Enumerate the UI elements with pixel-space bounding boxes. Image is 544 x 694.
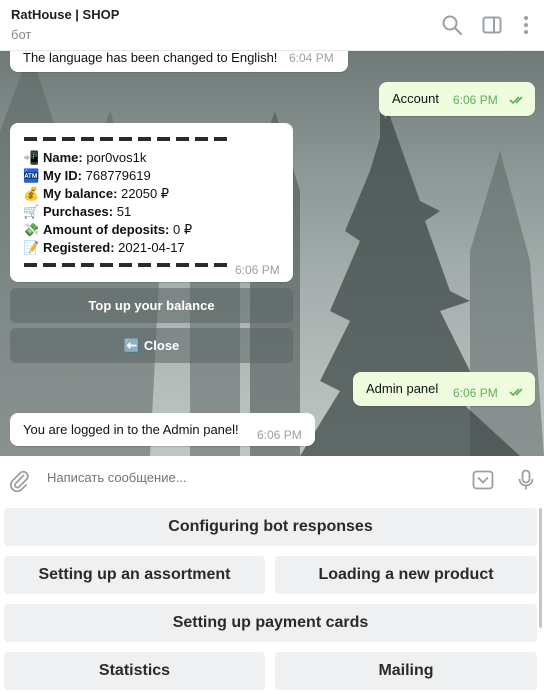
row-value: por0vos1k xyxy=(86,150,147,165)
more-vertical-icon[interactable] xyxy=(514,13,538,37)
message-time: 6:06 PM xyxy=(235,263,280,277)
chat-title[interactable]: RatHouse | SHOP xyxy=(11,7,119,22)
row-label: My balance: xyxy=(43,186,118,201)
setting-up-payment-cards-button[interactable]: Setting up payment cards xyxy=(4,604,537,642)
close-button[interactable]: ⬅️ Close xyxy=(10,328,293,363)
cart-icon: 🛒 xyxy=(23,204,40,219)
message-account: Account 6:06 PM xyxy=(379,82,535,116)
profile-row-registered: 📝 Registered: 2021-04-17 xyxy=(23,240,185,256)
profile-row-deposits: 💸 Amount of deposits: 0 ₽ xyxy=(23,222,192,238)
message-text: You are logged in to the Admin panel! xyxy=(23,422,239,437)
message-time: 6:06 PM xyxy=(453,386,498,400)
chat-subtitle: бот xyxy=(11,27,32,42)
configuring-bot-responses-button[interactable]: Configuring bot responses xyxy=(4,508,537,546)
memo-icon: 📝 xyxy=(23,240,40,255)
search-icon[interactable] xyxy=(440,13,464,37)
row-value: 0 ₽ xyxy=(173,222,193,237)
setting-up-assortment-button[interactable]: Setting up an assortment xyxy=(4,556,265,594)
profile-row-balance: 💰 My balance: 22050 ₽ xyxy=(23,186,169,202)
message-profile-card: 📲 Name: por0vos1k 🏧 My ID: 768779619 💰 My b… xyxy=(10,123,293,282)
row-value: 768779619 xyxy=(85,168,151,183)
message-text: The language has been changed to English… xyxy=(23,51,278,65)
profile-row-name: 📲 Name: por0vos1k xyxy=(23,150,146,166)
button-label: Top up your balance xyxy=(88,298,215,313)
row-label: Purchases: xyxy=(43,204,114,219)
microphone-icon[interactable] xyxy=(514,468,538,492)
mailing-button[interactable]: Mailing xyxy=(275,652,537,690)
row-value: 51 xyxy=(116,204,132,219)
message-input-bar xyxy=(0,456,544,504)
sidebar-toggle-icon[interactable] xyxy=(480,13,504,37)
row-label: My ID: xyxy=(43,168,82,183)
loading-new-product-button[interactable]: Loading a new product xyxy=(275,556,537,594)
money-bag-icon: 💰 xyxy=(23,186,40,201)
row-value: 2021-04-17 xyxy=(118,240,185,255)
message-time: 6:06 PM xyxy=(453,93,498,107)
row-value: 22050 ₽ xyxy=(121,186,170,201)
bot-reply-keyboard: Configuring bot responses Setting up an … xyxy=(0,504,544,694)
money-wings-icon: 💸 xyxy=(23,222,40,237)
message-admin-panel: Admin panel 6:06 PM xyxy=(353,372,535,406)
message-admin-logged-in: You are logged in to the Admin panel! 6:… xyxy=(10,413,315,446)
separator-bottom xyxy=(24,263,230,267)
chat-area[interactable]: The language has been changed to English… xyxy=(0,51,544,456)
button-label: Close xyxy=(143,338,180,353)
row-label: Name: xyxy=(43,150,83,165)
chat-header: RatHouse | SHOP бот xyxy=(0,0,544,51)
double-check-icon xyxy=(509,388,523,397)
message-input[interactable] xyxy=(47,470,447,485)
message-time: 6:06 PM xyxy=(257,428,302,442)
profile-row-id: 🏧 My ID: 768779619 xyxy=(23,168,151,184)
message-text: Admin panel xyxy=(366,381,439,396)
row-label: Amount of deposits: xyxy=(43,222,170,237)
phone-icon: 📲 xyxy=(23,150,40,165)
message-text: Account xyxy=(392,91,439,106)
keyboard-scrollbar[interactable] xyxy=(539,508,542,628)
attach-icon[interactable] xyxy=(7,468,31,493)
profile-row-purchases: 🛒 Purchases: 51 xyxy=(23,204,131,220)
atm-icon: 🏧 xyxy=(23,168,40,183)
double-check-icon xyxy=(509,96,523,105)
row-label: Registered: xyxy=(43,240,115,255)
message-language-notice: The language has been changed to English… xyxy=(10,51,348,72)
top-up-balance-button[interactable]: Top up your balance xyxy=(10,288,293,323)
separator-top xyxy=(24,137,230,141)
keyboard-toggle-icon[interactable] xyxy=(471,468,495,492)
statistics-button[interactable]: Statistics xyxy=(4,652,265,690)
message-time: 6:04 PM xyxy=(289,51,334,65)
back-arrow-icon: ⬅️ xyxy=(123,338,140,353)
